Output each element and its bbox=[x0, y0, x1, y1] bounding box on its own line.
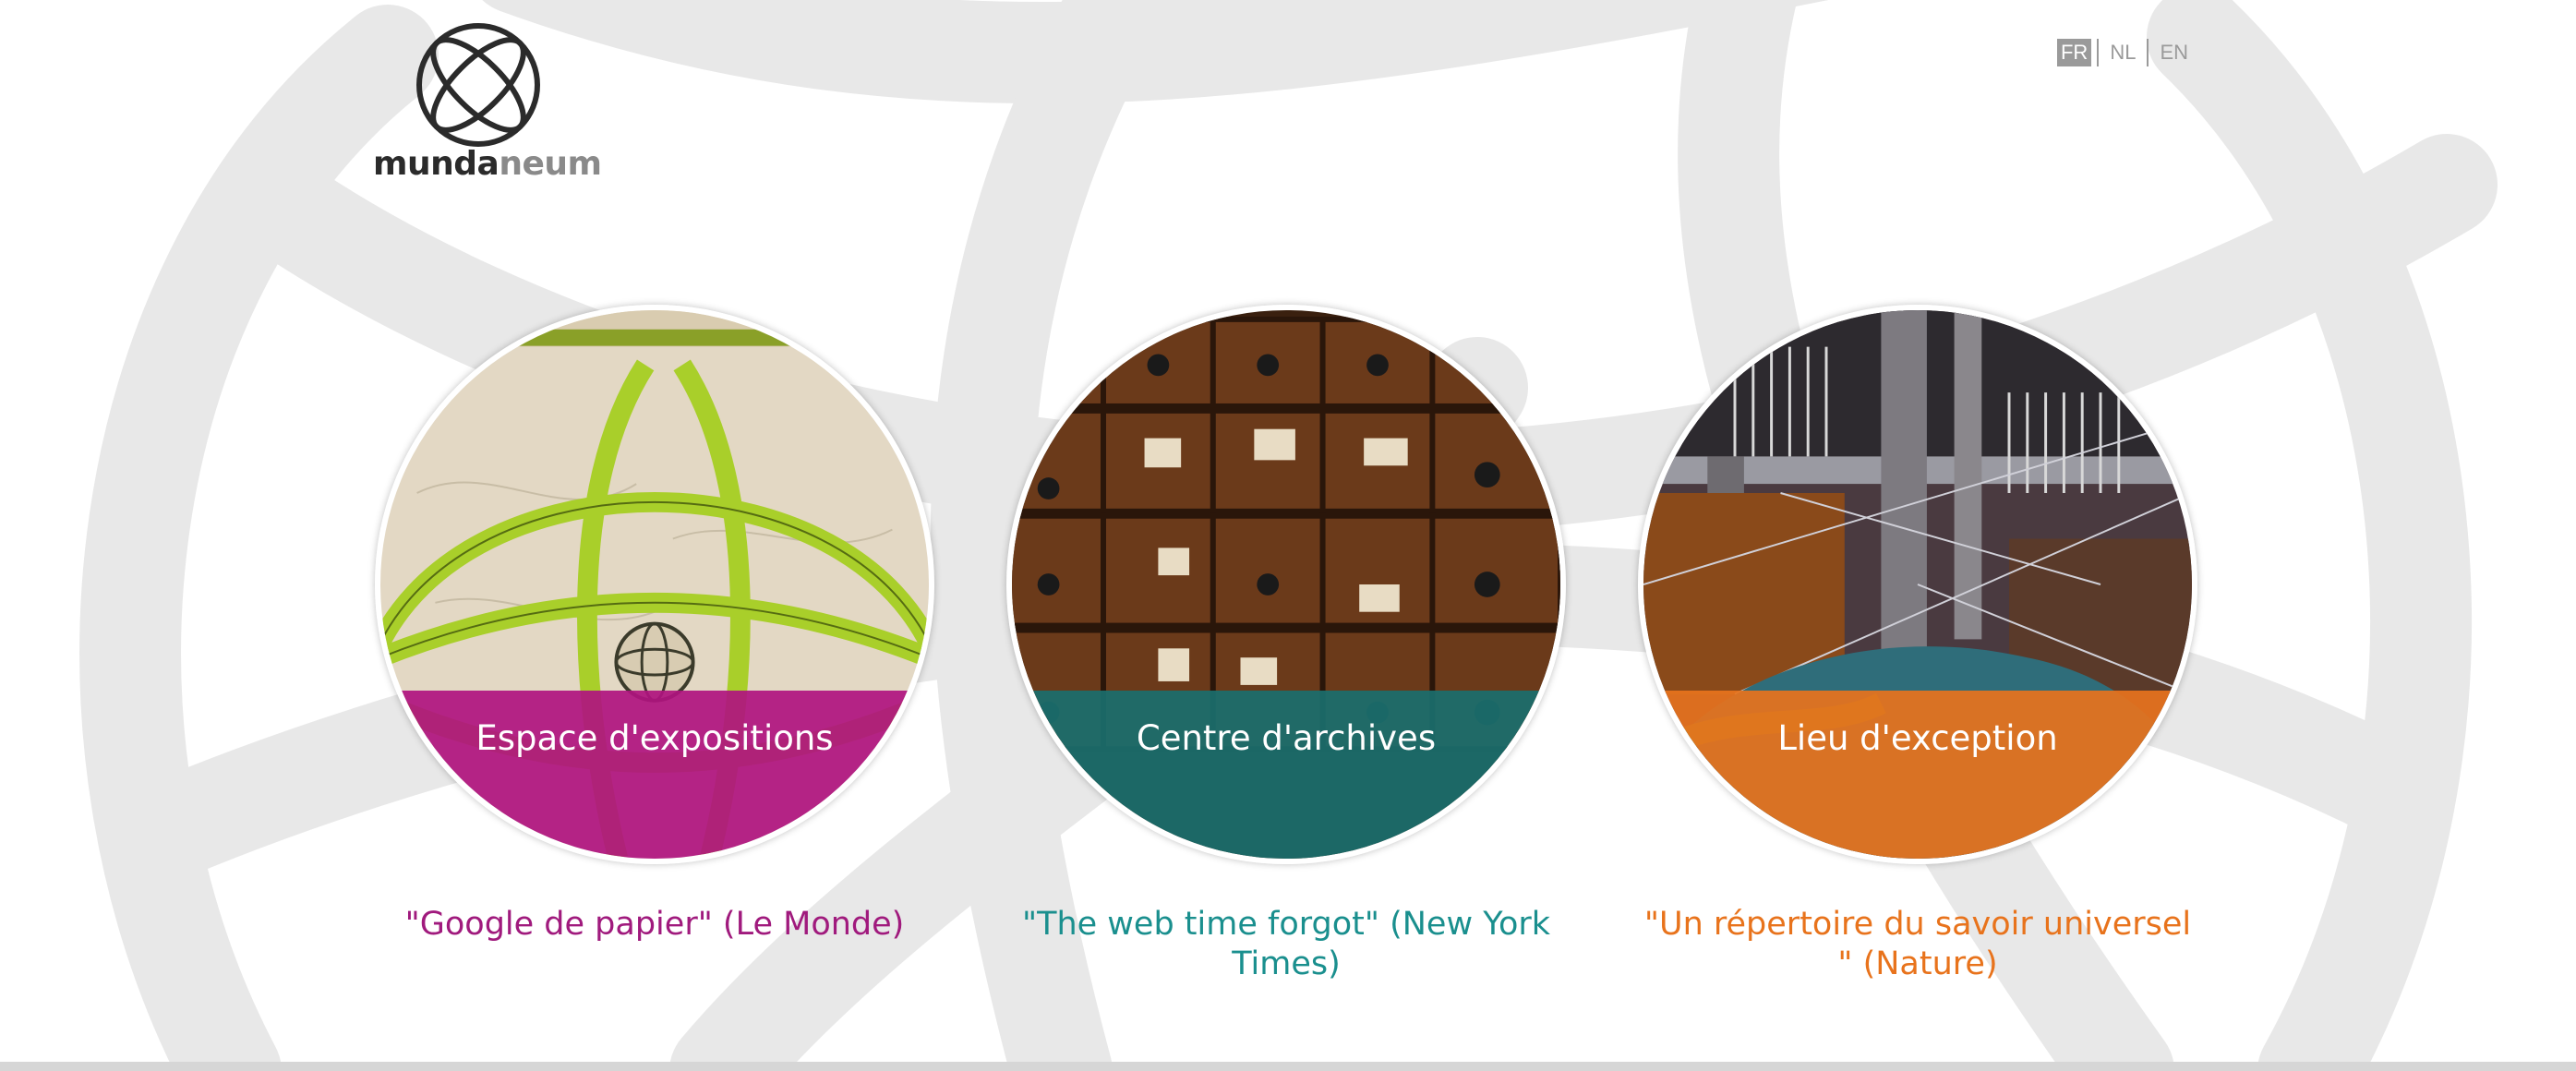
archives-quote[interactable]: "The web time forgot" (New York Times) bbox=[1006, 905, 1566, 984]
lang-nl[interactable]: NL bbox=[2104, 39, 2141, 66]
venue-title: Lieu d'exception bbox=[1777, 718, 2058, 758]
logo-wordmark: mundaneum bbox=[373, 144, 602, 185]
mundaneum-logo[interactable]: mundaneum bbox=[373, 20, 602, 187]
logo-text-part2: neum bbox=[499, 145, 602, 183]
footer-bar bbox=[0, 1062, 2576, 1071]
lang-divider bbox=[2097, 39, 2100, 66]
card-archives[interactable]: Centre d'archives "The web time forgot" … bbox=[1006, 305, 1566, 984]
archives-title: Centre d'archives bbox=[1136, 718, 1437, 758]
card-exceptional-venue[interactable]: Lieu d'exception "Un répertoire du savoi… bbox=[1638, 305, 2197, 984]
language-switcher: FR NL EN bbox=[2056, 39, 2194, 66]
lang-en[interactable]: EN bbox=[2154, 39, 2194, 66]
venue-image[interactable]: Lieu d'exception bbox=[1638, 305, 2197, 864]
exhibitions-title: Espace d'expositions bbox=[475, 718, 834, 758]
logo-text-part1: munda bbox=[373, 145, 500, 183]
lang-fr[interactable]: FR bbox=[2056, 39, 2092, 66]
archives-image[interactable]: Centre d'archives bbox=[1006, 305, 1566, 864]
exhibitions-quote[interactable]: "Google de papier" (Le Monde) bbox=[375, 905, 934, 945]
venue-quote[interactable]: "Un répertoire du savoir universel " (Na… bbox=[1638, 905, 2197, 984]
exhibitions-image[interactable]: Espace d'expositions bbox=[375, 305, 934, 864]
lang-divider bbox=[2147, 39, 2149, 66]
card-exhibitions[interactable]: Espace d'expositions "Google de papier" … bbox=[375, 305, 934, 945]
logo-globe-icon bbox=[416, 23, 540, 147]
